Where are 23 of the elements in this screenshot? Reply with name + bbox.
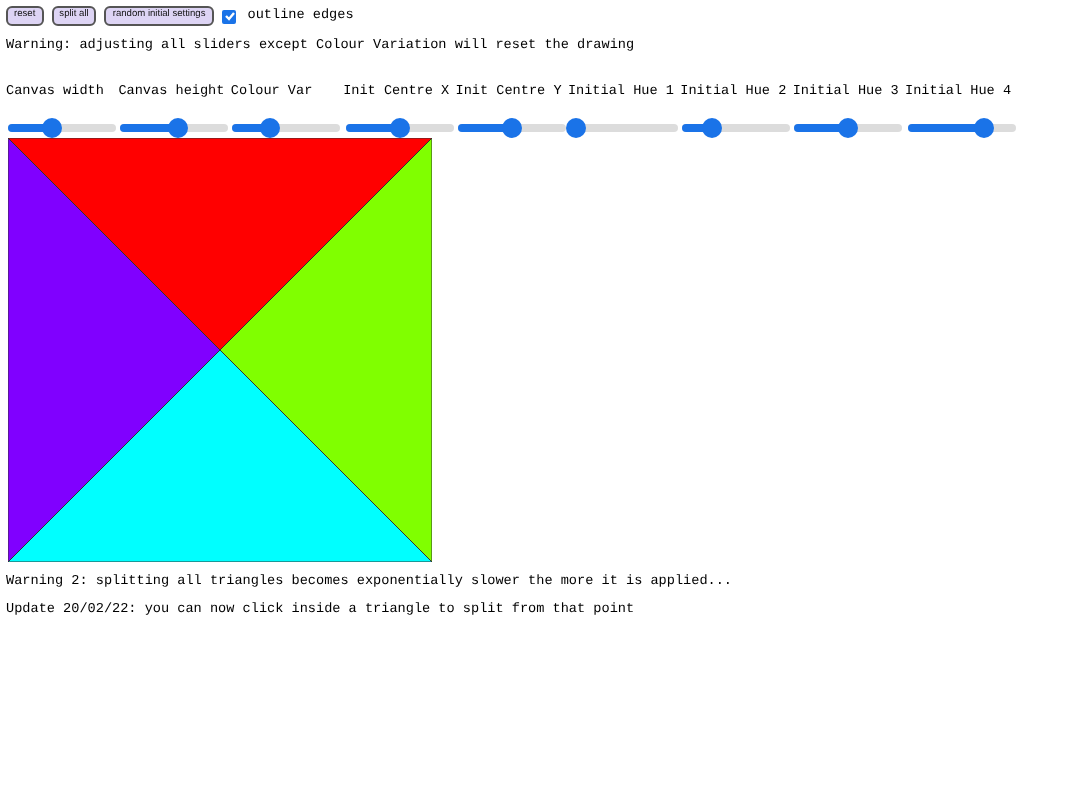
slider-thumb[interactable] [838, 118, 859, 138]
slider[interactable] [232, 118, 341, 138]
slider[interactable] [120, 118, 229, 138]
slider-thumb[interactable] [702, 118, 723, 138]
triangle[interactable] [219, 138, 432, 562]
slider[interactable] [569, 118, 678, 138]
checkbox[interactable] [221, 9, 236, 23]
slider-thumb[interactable] [167, 118, 188, 138]
triangle[interactable] [8, 138, 432, 351]
triangle[interactable] [8, 349, 432, 562]
slider[interactable] [8, 118, 116, 138]
slider-thumb[interactable] [974, 118, 995, 138]
slider-thumb[interactable] [260, 118, 281, 138]
slider-thumb[interactable] [41, 118, 62, 138]
slider[interactable] [682, 118, 791, 138]
slider[interactable] [907, 118, 1015, 138]
slider-thumb[interactable] [389, 118, 410, 138]
slider-thumb[interactable] [501, 118, 522, 138]
slider[interactable] [794, 118, 903, 138]
triangle[interactable] [8, 138, 221, 562]
slider-thumb[interactable] [565, 118, 586, 138]
slider[interactable] [457, 118, 566, 138]
slider[interactable] [345, 118, 454, 138]
